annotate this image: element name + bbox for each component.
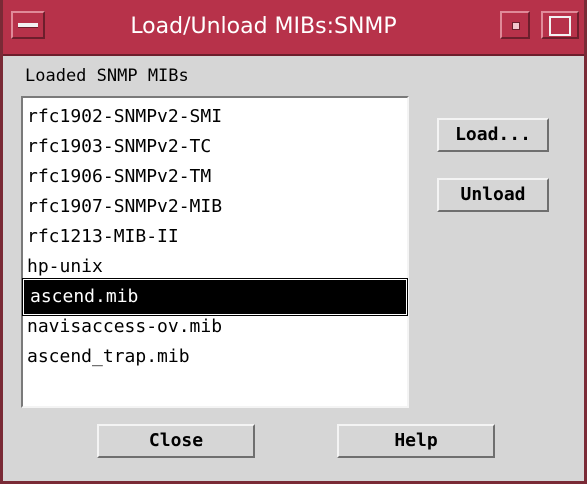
maximize-icon — [549, 16, 571, 36]
window-menu-icon — [18, 23, 38, 28]
list-item[interactable]: ascend_trap.mib — [23, 342, 407, 372]
window-title: Load/Unload MIBs:SNMP — [130, 14, 397, 39]
list-item[interactable]: navisaccess-ov.mib — [23, 312, 407, 342]
list-item[interactable]: rfc1213-MIB-II — [23, 222, 407, 252]
list-item[interactable]: hp-unix — [23, 252, 407, 282]
maximize-button[interactable] — [541, 11, 579, 39]
list-item[interactable]: rfc1907-SNMPv2-MIB — [23, 192, 407, 222]
load-unload-mibs-dialog: Load/Unload MIBs:SNMP Loaded SNMP MIBs r… — [0, 0, 587, 484]
unload-button[interactable]: Unload — [437, 178, 549, 212]
load-button[interactable]: Load... — [437, 118, 549, 152]
list-item[interactable]: rfc1902-SNMPv2-SMI — [23, 102, 407, 132]
title-bar[interactable]: Load/Unload MIBs:SNMP — [3, 0, 584, 56]
window-menu-button[interactable] — [11, 11, 45, 39]
list-item-selected[interactable]: ascend.mib — [24, 280, 406, 314]
list-item[interactable]: rfc1906-SNMPv2-TM — [23, 162, 407, 192]
list-item[interactable]: rfc1903-SNMPv2-TC — [23, 132, 407, 162]
loaded-mibs-list[interactable]: rfc1902-SNMPv2-SMI rfc1903-SNMPv2-TC rfc… — [21, 96, 409, 408]
loaded-mibs-label: Loaded SNMP MIBs — [25, 66, 189, 86]
minimize-icon — [512, 22, 520, 30]
minimize-button[interactable] — [500, 11, 530, 39]
close-button[interactable]: Close — [97, 424, 255, 458]
help-button[interactable]: Help — [337, 424, 495, 458]
